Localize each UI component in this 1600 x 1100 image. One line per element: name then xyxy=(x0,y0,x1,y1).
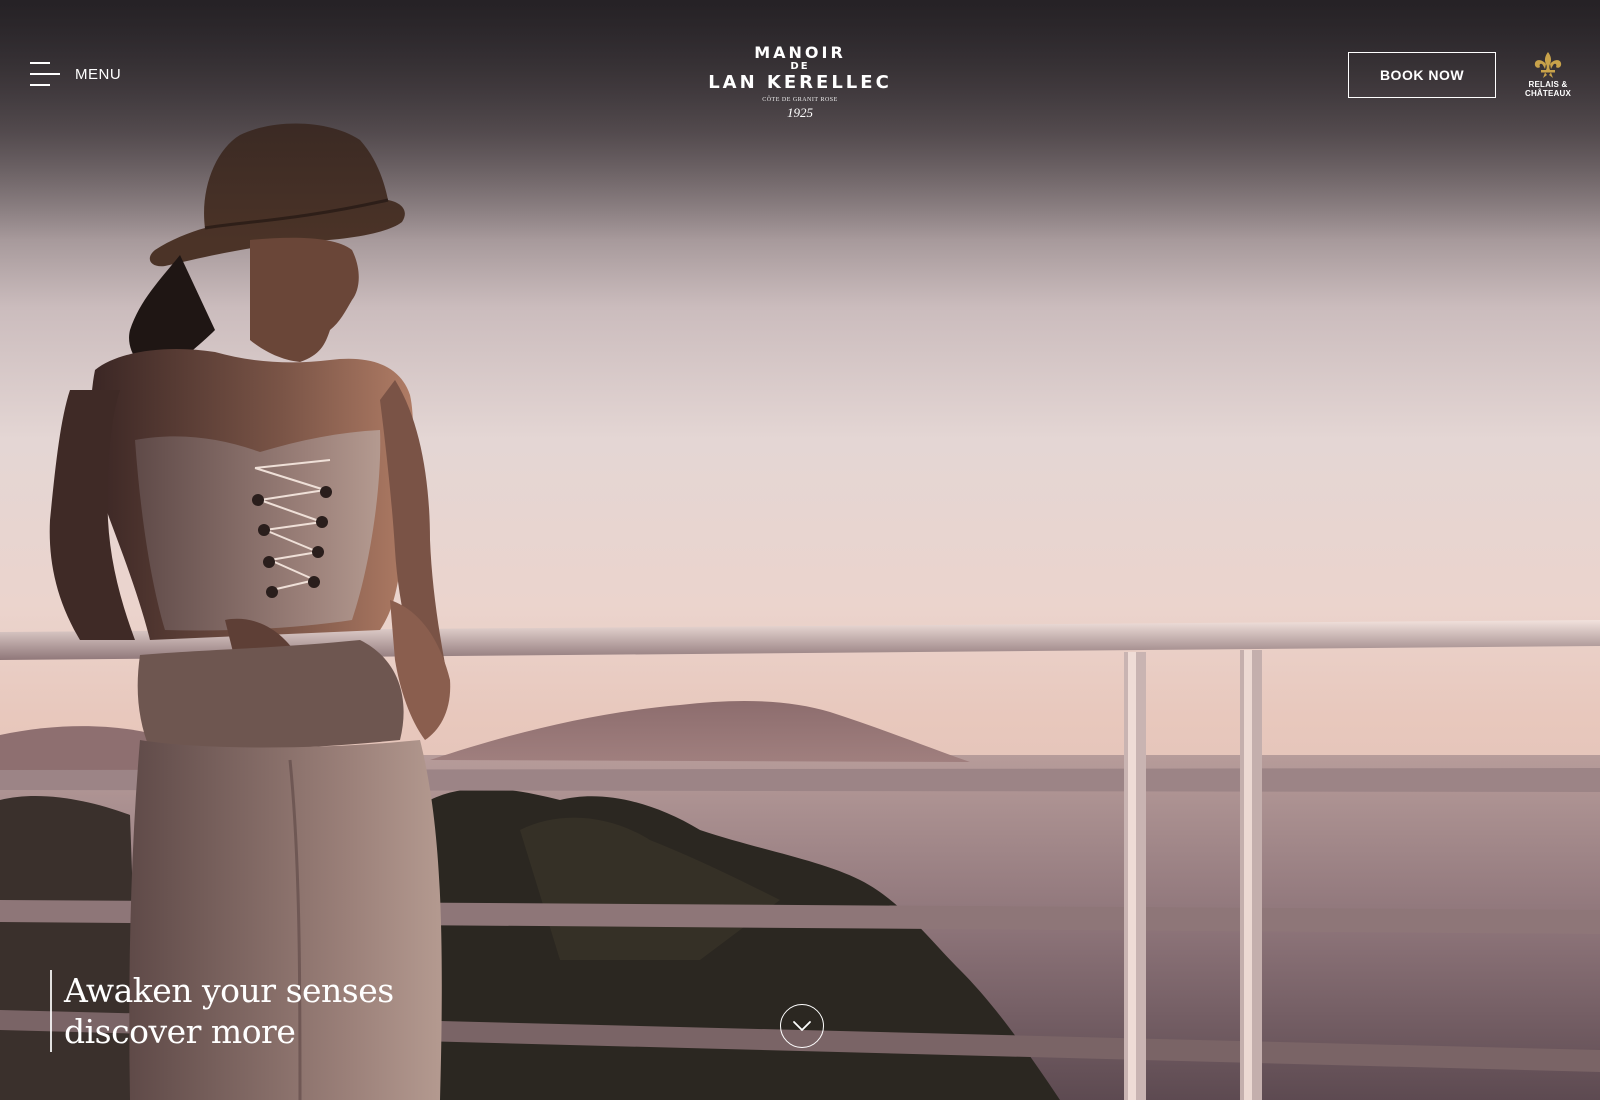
logo-line-name: LAN KERELLEC xyxy=(708,72,892,93)
caption-line1: Awaken your senses xyxy=(64,971,394,1010)
badge-line2: CHÂTEAUX xyxy=(1524,89,1572,98)
site-logo[interactable]: MANOIR DE LAN KERELLEC CÔTE DE GRANIT RO… xyxy=(700,44,900,120)
book-now-button[interactable]: BOOK NOW xyxy=(1348,52,1496,98)
menu-button[interactable]: MENU xyxy=(30,62,121,86)
site-header: MENU MANOIR DE LAN KERELLEC CÔTE DE GRAN… xyxy=(0,0,1600,140)
logo-line-de: DE xyxy=(790,61,810,72)
logo-year: 1925 xyxy=(787,105,813,120)
hamburger-icon xyxy=(30,62,60,86)
badge-line1: RELAIS & xyxy=(1528,80,1568,89)
logo-tagline: CÔTE DE GRANIT ROSE xyxy=(762,97,838,103)
hero-caption[interactable]: Awaken your senses discover more xyxy=(50,970,394,1052)
hero-photo xyxy=(0,0,1600,1100)
scroll-down-button[interactable] xyxy=(780,1004,824,1048)
chevron-down-icon xyxy=(793,1021,811,1031)
hero-section: MENU MANOIR DE LAN KERELLEC CÔTE DE GRAN… xyxy=(0,0,1600,1100)
relais-chateaux-badge[interactable]: RELAIS & CHÂTEAUX xyxy=(1518,50,1578,98)
logo-line-manoir: MANOIR xyxy=(754,43,846,62)
menu-label: MENU xyxy=(75,65,122,83)
fleur-de-lis-icon xyxy=(1534,52,1562,78)
caption-line2: discover more xyxy=(64,1012,296,1051)
